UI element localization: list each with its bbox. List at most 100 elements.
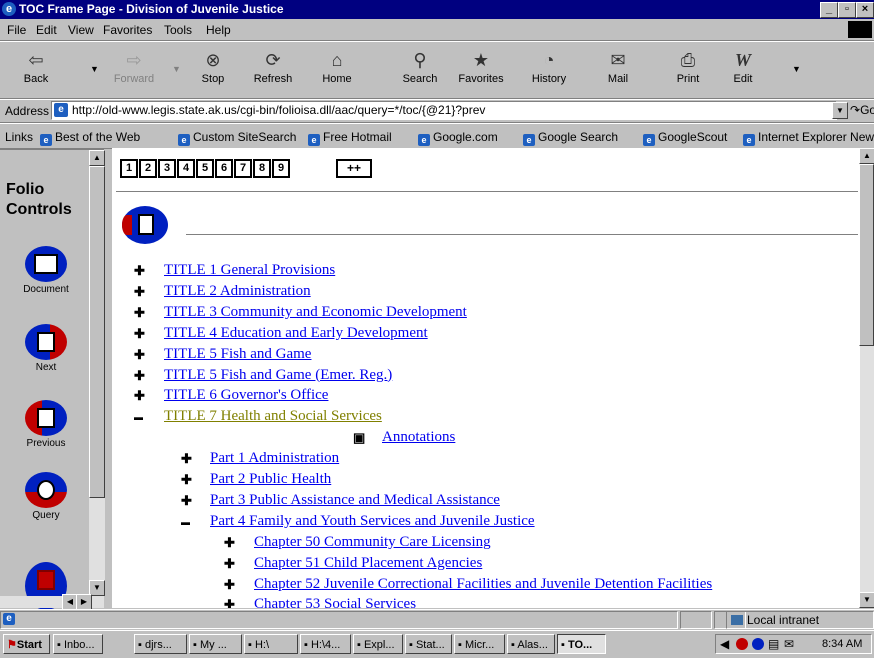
taskbar-button[interactable]: ▪ Expl...	[353, 634, 403, 654]
toc-link[interactable]: TITLE 7 Health and Social Services	[164, 408, 382, 424]
menu-favorites[interactable]: Favorites	[103, 23, 152, 37]
page-button[interactable]: 9	[272, 159, 290, 178]
edit-dropdown[interactable]: ▼	[792, 64, 801, 74]
forward-button[interactable]: ⇨ Forward	[106, 46, 162, 96]
expand-plus-icon[interactable]: ✚	[224, 598, 236, 608]
minimize-button[interactable]: _	[820, 2, 838, 18]
expand-plus-icon[interactable]: ✚	[224, 536, 236, 549]
previous-page-icon[interactable]	[122, 206, 168, 244]
document-square-icon[interactable]: ▣	[353, 431, 365, 444]
toc-link[interactable]: Chapter 52 Juvenile Correctional Facilit…	[254, 576, 712, 592]
toc-link[interactable]: TITLE 2 Administration	[164, 283, 311, 299]
search-button[interactable]: ⚲ Search	[392, 46, 448, 96]
toc-item[interactable]: ✚ Part 2 Public Health	[181, 471, 331, 488]
toc-item[interactable]: ✚ TITLE 1 General Provisions	[134, 262, 335, 279]
back-button[interactable]: ⇦ Back	[8, 46, 64, 96]
document-control[interactable]: Document	[8, 246, 84, 295]
link-custom-sitesearch[interactable]: e Custom SiteSearch	[178, 130, 296, 146]
menu-edit[interactable]: Edit	[36, 23, 57, 37]
toc-link[interactable]: Part 3 Public Assistance and Medical Ass…	[210, 492, 500, 508]
menu-file[interactable]: File	[7, 23, 26, 37]
taskbar-button[interactable]: ▪ djrs...	[134, 634, 187, 654]
toc-item[interactable]: ▣ Annotations	[353, 429, 455, 446]
taskbar-button[interactable]: ▪ Stat...	[405, 634, 452, 654]
link-best-of-the-web[interactable]: e Best of the Web	[40, 130, 140, 146]
toc-link[interactable]: Chapter 53 Social Services	[254, 596, 416, 608]
toc-link[interactable]: TITLE 4 Education and Early Development	[164, 325, 428, 341]
go-button[interactable]: ↷Go	[850, 103, 874, 117]
query-control[interactable]: Query	[8, 472, 84, 521]
toc-item[interactable]: ✚ Chapter 51 Child Placement Agencies	[224, 555, 482, 572]
menu-view[interactable]: View	[68, 23, 94, 37]
toc-item[interactable]: ✚ Chapter 50 Community Care Licensing	[224, 534, 491, 551]
collapse-minus-icon[interactable]: ▬	[134, 411, 146, 423]
toc-item[interactable]: ✚ TITLE 6 Governor's Office	[134, 387, 328, 404]
scroll-up-arrow-icon[interactable]: ▲	[89, 150, 105, 166]
expand-plus-icon[interactable]: ✚	[224, 578, 236, 591]
expand-plus-icon[interactable]: ✚	[181, 452, 193, 465]
back-dropdown[interactable]: ▼	[90, 64, 99, 74]
expand-plus-icon[interactable]: ✚	[134, 327, 146, 340]
scroll-right-arrow-icon[interactable]: ▶	[76, 594, 92, 610]
expand-plus-icon[interactable]: ✚	[181, 494, 193, 507]
taskbar-button[interactable]: ▪ Inbo...	[53, 634, 103, 654]
page-button[interactable]: 3	[158, 159, 176, 178]
toc-link[interactable]: Chapter 51 Child Placement Agencies	[254, 555, 482, 571]
toc-link[interactable]: TITLE 6 Governor's Office	[164, 387, 328, 403]
toc-link[interactable]: TITLE 3 Community and Economic Developme…	[164, 304, 467, 320]
mail-button[interactable]: ✉ Mail	[590, 46, 646, 96]
toc-link[interactable]: TITLE 5 Fish and Game	[164, 346, 311, 362]
expand-plus-icon[interactable]: ✚	[224, 557, 236, 570]
taskbar-button[interactable]: ▪ H:\4...	[300, 634, 351, 654]
address-dropdown-button[interactable]: ▼	[832, 102, 848, 119]
home-button[interactable]: ⌂ Home	[309, 46, 365, 96]
collapse-minus-icon[interactable]: ▬	[181, 516, 193, 528]
start-button[interactable]: ⚑Start	[3, 634, 50, 654]
print-button[interactable]: ⎙ Print	[660, 46, 716, 96]
link-internet-explorer-news[interactable]: e Internet Explorer News	[743, 130, 874, 146]
taskbar-button[interactable]: ▪ Micr...	[454, 634, 505, 654]
toc-link[interactable]: Part 1 Administration	[210, 450, 339, 466]
toc-item[interactable]: ✚ TITLE 4 Education and Early Development	[134, 325, 428, 342]
link-google-search[interactable]: e Google Search	[523, 130, 618, 146]
toc-item[interactable]: ▬ TITLE 7 Health and Social Services	[134, 408, 382, 425]
expand-plus-icon[interactable]: ✚	[134, 264, 146, 277]
page-button[interactable]: 2	[139, 159, 157, 178]
page-button[interactable]: 5	[196, 159, 214, 178]
address-input[interactable]: e http://old-www.legis.state.ak.us/cgi-b…	[51, 101, 837, 120]
right-vertical-scrollbar[interactable]: ▲ ▼	[859, 148, 874, 608]
favorites-button[interactable]: ★ Favorites	[453, 46, 509, 96]
toc-link[interactable]: Annotations	[382, 429, 455, 445]
left-horizontal-scrollbar[interactable]: ◀ ▶	[0, 594, 104, 610]
toc-item[interactable]: ✚ Chapter 52 Juvenile Correctional Facili…	[224, 576, 712, 593]
menu-tools[interactable]: Tools	[164, 23, 192, 37]
expand-plus-icon[interactable]: ✚	[134, 369, 146, 382]
link-googlescout[interactable]: e GoogleScout	[643, 130, 727, 146]
taskbar-button[interactable]: ▪ TO...	[557, 634, 606, 654]
page-button[interactable]: 8	[253, 159, 271, 178]
toc-item[interactable]: ✚ TITLE 2 Administration	[134, 283, 311, 300]
toc-link[interactable]: Part 2 Public Health	[210, 471, 331, 487]
page-button[interactable]: 7	[234, 159, 252, 178]
toc-item[interactable]: ✚ TITLE 5 Fish and Game (Emer. Reg.)	[134, 367, 392, 384]
next-control[interactable]: Next	[8, 324, 84, 373]
taskbar-button[interactable]: ▪ H:\	[244, 634, 298, 654]
edit-button[interactable]: W Edit	[715, 46, 771, 96]
expand-plus-icon[interactable]: ✚	[181, 473, 193, 486]
toc-link[interactable]: Chapter 50 Community Care Licensing	[254, 534, 491, 550]
refresh-button[interactable]: ⟳ Refresh	[245, 46, 301, 96]
toc-item[interactable]: ✚ TITLE 5 Fish and Game	[134, 346, 311, 363]
link-free-hotmail[interactable]: e Free Hotmail	[308, 130, 392, 146]
menu-help[interactable]: Help	[206, 23, 231, 37]
scroll-thumb[interactable]	[859, 164, 874, 346]
toc-link[interactable]: TITLE 1 General Provisions	[164, 262, 335, 278]
link-google-com[interactable]: e Google.com	[418, 130, 498, 146]
expand-plus-icon[interactable]: ✚	[134, 348, 146, 361]
page-button[interactable]: 6	[215, 159, 233, 178]
more-pages-button[interactable]: ++	[336, 159, 372, 178]
scroll-thumb[interactable]	[89, 166, 105, 498]
left-vertical-scrollbar[interactable]: ▲ ▼	[89, 150, 105, 596]
scroll-down-arrow-icon[interactable]: ▼	[859, 592, 874, 608]
taskbar-button[interactable]: ▪ Alas...	[507, 634, 555, 654]
title-bar[interactable]: e TOC Frame Page - Division of Juvenile …	[0, 0, 874, 19]
